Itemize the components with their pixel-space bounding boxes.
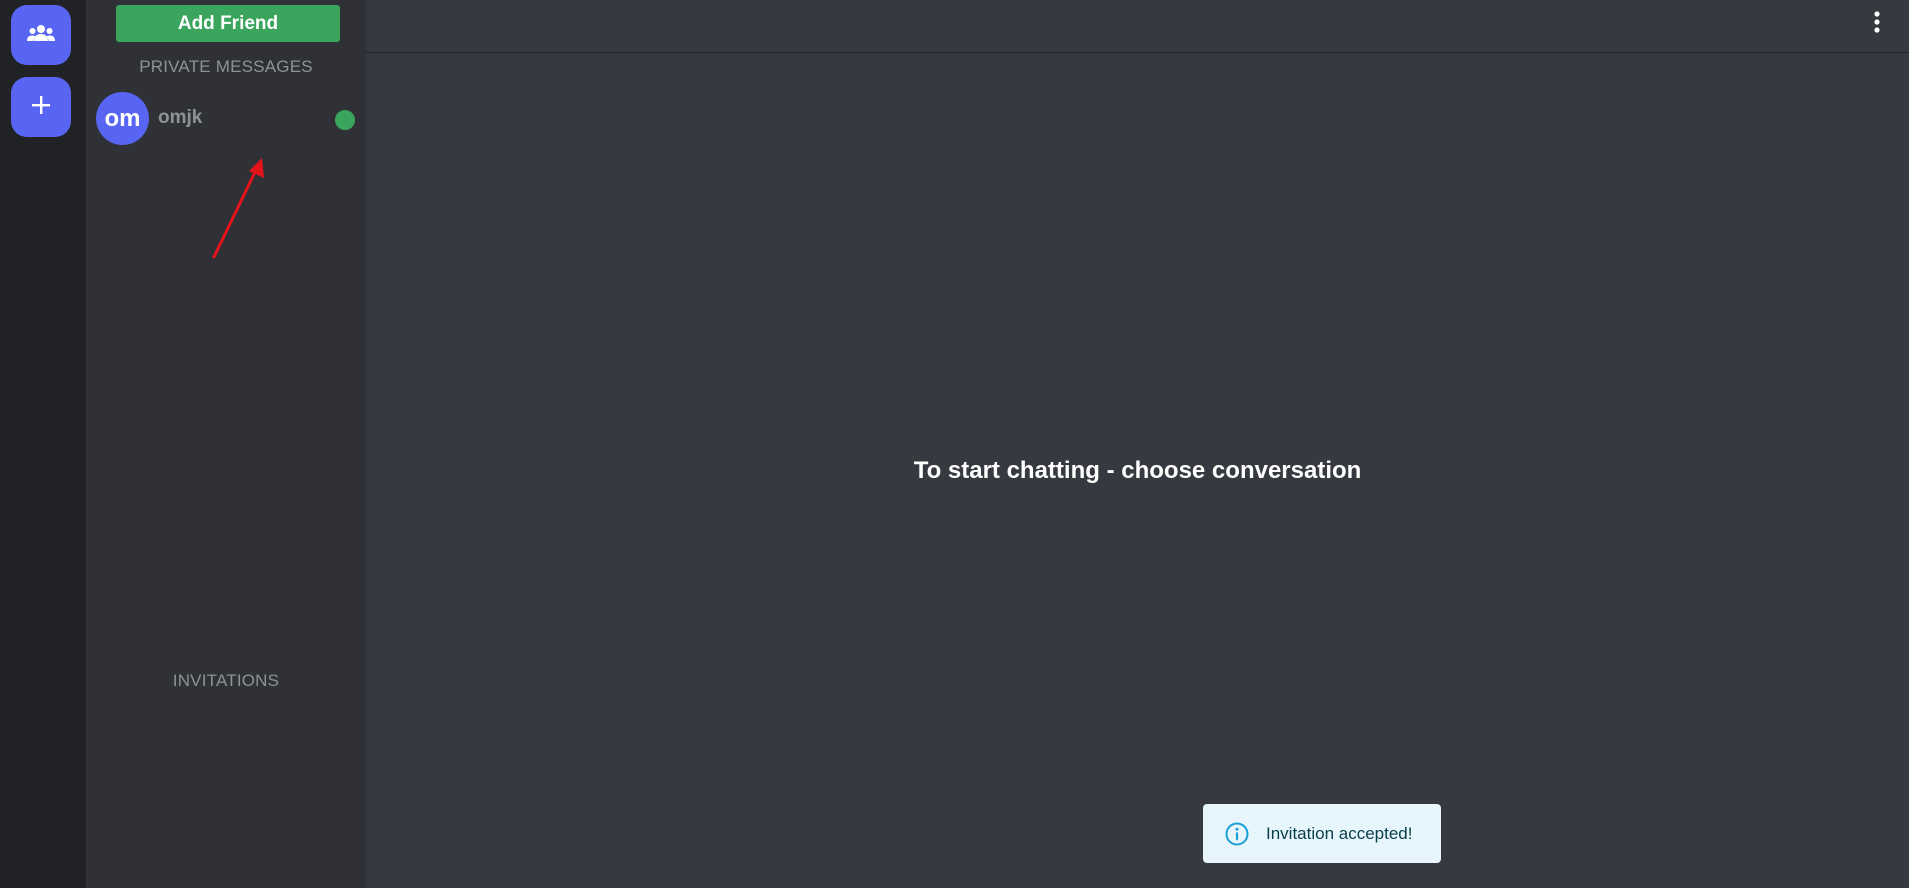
invitations-heading: INVITATIONS [172, 671, 280, 690]
empty-state-message: To start chatting - choose conversation [913, 457, 1362, 484]
toast-message: Invitation accepted! [1266, 823, 1413, 843]
conversation-item[interactable]: om omjk [86, 92, 366, 148]
online-status-indicator [335, 110, 355, 130]
private-messages-heading: PRIVATE MESSAGES [139, 57, 313, 76]
chat-header [366, 0, 1909, 53]
annotation-arrow-icon [212, 158, 264, 259]
conversation-name: omjk [158, 107, 203, 128]
add-server-button[interactable] [11, 77, 71, 137]
people-group-icon [26, 23, 56, 48]
chat-area: To start chatting - choose conversation … [366, 0, 1909, 888]
plus-icon [30, 94, 52, 121]
friends-button[interactable] [11, 5, 71, 65]
app-window: Add Friend PRIVATE MESSAGES om omjk INVI… [0, 0, 1909, 888]
server-rail [0, 0, 86, 888]
more-vertical-icon[interactable] [1869, 10, 1885, 36]
conversations-sidebar: Add Friend PRIVATE MESSAGES om omjk INVI… [86, 0, 366, 888]
avatar: om [96, 92, 149, 145]
add-friend-button[interactable]: Add Friend [116, 5, 340, 42]
info-icon [1224, 821, 1250, 847]
notification-toast: Invitation accepted! [1203, 804, 1441, 863]
